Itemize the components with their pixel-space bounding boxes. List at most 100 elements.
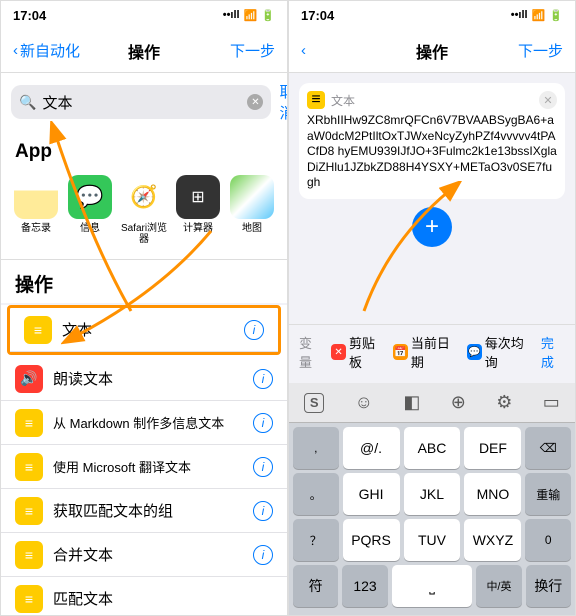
person-icon[interactable]: ◧	[403, 392, 420, 413]
messages-icon: 💬	[68, 175, 112, 219]
annotation-arrow-3	[349, 181, 469, 321]
action-match-group[interactable]: ≡ 获取匹配文本的组 i	[1, 489, 287, 533]
done-button[interactable]: 完成	[541, 333, 565, 371]
next-button[interactable]: 下一步	[230, 40, 275, 61]
key-ghi[interactable]: GHI	[343, 473, 400, 515]
key-abc[interactable]: ABC	[404, 427, 461, 469]
next-button[interactable]: 下一步	[518, 40, 563, 61]
key-period[interactable]: 。	[293, 473, 339, 515]
actions-list: ≡ 文本 i 🔊 朗读文本 i ≡ 从 Markdown 制作多信息文本 i ≡…	[1, 305, 287, 616]
section-actions-header: 操作	[1, 259, 287, 303]
search-row: 🔍 ✕ 取消	[1, 73, 287, 131]
mic-icon[interactable]: ⊕	[451, 392, 466, 413]
key-question[interactable]: ？	[293, 519, 339, 561]
clear-icon[interactable]: ✕	[247, 94, 263, 110]
calendar-icon: 📅	[393, 344, 408, 360]
search-icon: 🔍	[19, 94, 36, 111]
variable-label: 变量	[299, 333, 323, 371]
cancel-button[interactable]: 取消	[279, 81, 288, 123]
app-messages[interactable]: 💬 信息	[65, 175, 115, 245]
action-speak[interactable]: 🔊 朗读文本 i	[1, 357, 287, 401]
text-icon: ≡	[15, 585, 43, 613]
key-jkl[interactable]: JKL	[404, 473, 461, 515]
status-time: 17:04	[301, 8, 334, 23]
chevron-left-icon: ‹	[13, 42, 18, 59]
key-symbol[interactable]: 符	[293, 565, 338, 607]
key-mno[interactable]: MNO	[464, 473, 521, 515]
app-safari[interactable]: 🧭 Safari浏览器	[119, 175, 169, 245]
clipboard-button[interactable]: ✕ 剪贴板	[331, 333, 385, 371]
askeach-button[interactable]: 💬 每次均询	[467, 333, 533, 371]
key-separator[interactable]: ,	[293, 427, 339, 469]
text-icon: ≡	[24, 316, 52, 344]
text-action-card[interactable]: ≡ 文本 ✕ XRbhIIHw9ZC8mrQFCn6V7BVAABSygBA6+…	[299, 83, 565, 199]
right-screen: 17:04 ••ıll📶🔋 ‹ 操作 下一步 ≡ 文本 ✕ XRbhIIHw9Z…	[288, 0, 576, 616]
notes-icon	[14, 175, 58, 219]
action-match[interactable]: ≡ 匹配文本	[1, 577, 287, 616]
search-input[interactable]	[42, 94, 241, 111]
key-wxyz[interactable]: WXYZ	[464, 519, 521, 561]
text-icon: ≡	[15, 453, 43, 481]
key-def[interactable]: DEF	[464, 427, 521, 469]
key-1[interactable]: @/.	[343, 427, 400, 469]
app-maps[interactable]: 地图	[227, 175, 277, 245]
info-icon[interactable]: i	[253, 545, 273, 565]
nav-bar: ‹ 操作 下一步	[289, 29, 575, 73]
keyboard-toolbar: S ☺ ◧ ⊕ ⚙ ▭	[289, 383, 575, 423]
key-pqrs[interactable]: PQRS	[343, 519, 400, 561]
key-retype[interactable]: 重输	[525, 473, 571, 515]
safari-icon: 🧭	[122, 175, 166, 219]
info-icon[interactable]: i	[253, 501, 273, 521]
action-text[interactable]: ≡ 文本 i	[10, 308, 278, 352]
key-return[interactable]: 换行	[526, 565, 571, 607]
back-button[interactable]: ‹	[301, 42, 306, 59]
calculator-icon: ⊞	[176, 175, 220, 219]
status-indicators: ••ıll📶🔋	[511, 9, 563, 22]
ask-icon: 💬	[467, 344, 482, 360]
emoji-icon[interactable]: ☺	[355, 392, 373, 413]
status-bar: 17:04 ••ıll📶🔋	[1, 1, 287, 29]
status-bar: 17:04 ••ıll📶🔋	[289, 1, 575, 29]
settings-icon[interactable]: ⚙	[496, 392, 512, 413]
add-action-button[interactable]: +	[412, 207, 452, 247]
status-indicators: ••ıll📶🔋	[223, 9, 275, 22]
info-icon[interactable]: i	[253, 413, 273, 433]
key-backspace[interactable]: ⌫	[525, 427, 571, 469]
close-icon[interactable]: ✕	[539, 91, 557, 109]
status-time: 17:04	[13, 8, 46, 23]
nav-title: 操作	[128, 39, 160, 63]
info-icon[interactable]: i	[253, 457, 273, 477]
speaker-icon: 🔊	[15, 365, 43, 393]
section-app-header: App	[1, 131, 287, 169]
date-button[interactable]: 📅 当前日期	[393, 333, 459, 371]
nav-bar: ‹ 新自动化 操作 下一步	[1, 29, 287, 73]
keyboard: S ☺ ◧ ⊕ ⚙ ▭ , @/. ABC DEF ⌫ 。 GHI JKL MN…	[289, 383, 575, 615]
clipboard-icon: ✕	[331, 344, 346, 360]
action-translate[interactable]: ≡ 使用 Microsoft 翻译文本 i	[1, 445, 287, 489]
card-content[interactable]: XRbhIIHw9ZC8mrQFCn6V7BVAABSygBA6+aaW0dcM…	[307, 113, 557, 191]
info-icon[interactable]: i	[244, 320, 264, 340]
nav-title: 操作	[416, 39, 448, 63]
key-zero[interactable]: 0	[525, 519, 571, 561]
text-icon: ≡	[15, 541, 43, 569]
app-calculator[interactable]: ⊞ 计算器	[173, 175, 223, 245]
key-lang[interactable]: 中/英	[476, 565, 521, 607]
key-space[interactable]: ⎵	[392, 565, 473, 607]
left-screen: 17:04 ••ıll📶🔋 ‹ 新自动化 操作 下一步 🔍 ✕ 取消 App 备…	[0, 0, 288, 616]
action-combine[interactable]: ≡ 合并文本 i	[1, 533, 287, 577]
suggestion-bar: 变量 ✕ 剪贴板 📅 当前日期 💬 每次均询 完成	[289, 324, 575, 379]
collapse-icon[interactable]: ▭	[543, 392, 560, 413]
search-box[interactable]: 🔍 ✕	[11, 85, 271, 119]
back-button[interactable]: ‹ 新自动化	[13, 40, 80, 61]
key-123[interactable]: 123	[342, 565, 387, 607]
key-tuv[interactable]: TUV	[404, 519, 461, 561]
highlight-annotation: ≡ 文本 i	[7, 305, 281, 355]
maps-icon	[230, 175, 274, 219]
apps-row: 备忘录 💬 信息 🧭 Safari浏览器 ⊞ 计算器 地图	[1, 169, 287, 259]
action-markdown[interactable]: ≡ 从 Markdown 制作多信息文本 i	[1, 401, 287, 445]
sogou-icon[interactable]: S	[304, 393, 324, 413]
text-icon: ≡	[15, 409, 43, 437]
text-icon: ≡	[15, 497, 43, 525]
info-icon[interactable]: i	[253, 369, 273, 389]
app-notes[interactable]: 备忘录	[11, 175, 61, 245]
